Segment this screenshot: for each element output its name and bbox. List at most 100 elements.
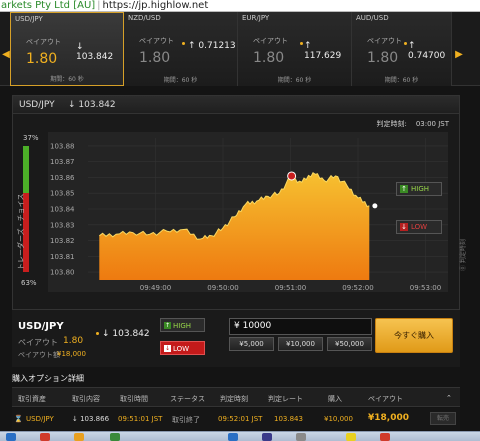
certificate-label[interactable]: arkets Pty Ltd [AU] <box>0 0 95 11</box>
amount-5000-button[interactable]: ¥5,000 <box>229 337 274 351</box>
row-judge-time: 09:52:01 JST <box>218 415 263 423</box>
order-payout-label: ペイアウト <box>18 338 58 347</box>
buy-now-button[interactable]: 今すぐ購入 <box>375 318 453 353</box>
col-content: 取引内容 <box>72 395 100 403</box>
app-icon[interactable] <box>296 433 306 441</box>
y-tick-label: 103.87 <box>50 158 75 166</box>
app-icon[interactable] <box>110 433 120 441</box>
price-chart: 103.88 103.87 103.86 103.85 103.84 103.83 103.… <box>48 132 448 292</box>
tile-payout-label: ペイアウト <box>253 37 288 45</box>
col-judge-rate: 判定レート <box>268 395 303 403</box>
tile-payout-label: ペイアウト <box>139 37 174 45</box>
sentiment-high-pct: 37% <box>23 134 39 142</box>
app-icon[interactable] <box>262 433 272 441</box>
y-tick-label: 103.88 <box>50 142 75 150</box>
y-tick-label: 103.85 <box>50 190 75 198</box>
address-bar[interactable]: arkets Pty Ltd [AU] | https://jp.highlow.n… <box>0 0 480 12</box>
low-label: LOW <box>173 345 190 353</box>
resell-button[interactable]: 転売 <box>430 412 456 425</box>
chart-low-label: LOW <box>411 223 428 231</box>
taskbar <box>0 431 480 441</box>
judge-time: 判定時刻: 03:00 JST <box>377 119 449 129</box>
amount-50000-button[interactable]: ¥50,000 <box>327 337 372 351</box>
scroll-left-icon[interactable]: ◀ <box>2 48 10 62</box>
tile-nzd-usd[interactable]: NZD/USD ペイアウト 1.80 ↑ 0.71213 期間：60 秒 <box>124 12 238 86</box>
app-icon[interactable] <box>228 433 238 441</box>
col-purchase: 購入 <box>328 395 342 403</box>
col-asset: 取引資産 <box>18 395 46 403</box>
rate-dot-icon <box>182 42 185 45</box>
entry-marker <box>287 171 297 181</box>
high-label: HIGH <box>173 322 192 330</box>
scroll-right-icon[interactable]: ▶ <box>455 48 463 62</box>
app-icon[interactable] <box>346 433 356 441</box>
tile-payout: 1.80 <box>139 50 171 66</box>
x-tick-label: 09:51:00 <box>275 284 306 292</box>
tile-pair: AUD/USD <box>356 14 389 22</box>
tile-rate-value: 0.71213 <box>198 41 236 51</box>
y-tick-label: 103.80 <box>50 269 75 277</box>
tile-payout-label: ペイアウト <box>367 37 402 45</box>
x-tick-label: 09:49:00 <box>140 284 171 292</box>
tile-payout-label: ペイアウト <box>26 38 61 46</box>
collapse-icon[interactable]: ⌃ <box>446 394 452 402</box>
tile-rate: ↑ 0.74700 <box>408 41 446 61</box>
folder-icon[interactable] <box>74 433 84 441</box>
x-tick-label: 09:50:00 <box>207 284 238 292</box>
rate-dot-icon <box>404 42 407 45</box>
tile-usd-jpy[interactable]: USD/JPY ペイアウト 1.80 ↓ 103.842 期間：60 秒 <box>10 12 124 86</box>
app-icon[interactable] <box>380 433 390 441</box>
arrow-up-icon: ↑ <box>400 185 408 193</box>
rate-dot-icon <box>300 42 303 45</box>
tile-pair: NZD/USD <box>128 14 161 22</box>
tile-period: 期間：60 秒 <box>277 77 312 84</box>
row-payout: ¥18,000 <box>368 413 409 423</box>
tile-rate: ↑ 117.629 <box>304 41 342 61</box>
tile-period: 期間：60 秒 <box>50 76 84 83</box>
hourglass-icon: ⌛ <box>14 415 23 423</box>
y-tick-label: 103.86 <box>50 174 75 182</box>
url-text[interactable]: https://jp.highlow.net <box>103 0 209 11</box>
row-judge-rate: 103.843 <box>274 415 303 423</box>
chart-low-button[interactable]: ↓ LOW <box>396 220 442 234</box>
col-time: 取引時間 <box>120 395 148 403</box>
col-status: ステータス <box>170 395 205 403</box>
low-button[interactable]: ↓ LOW <box>160 341 205 355</box>
investment-input[interactable]: ¥ 10000 <box>229 318 372 335</box>
judge-time-value: 03:00 JST <box>415 120 449 128</box>
panel-header: USD/JPY ↓ 103.842 <box>13 96 459 114</box>
start-icon[interactable] <box>6 433 16 441</box>
browser-icon[interactable] <box>40 433 50 441</box>
address-separator: | <box>97 0 101 11</box>
tile-pair: USD/JPY <box>15 15 43 23</box>
y-tick-label: 103.81 <box>50 253 75 261</box>
tile-eur-jpy[interactable]: EUR/JPY ペイアウト 1.80 ↑ 117.629 期間：60 秒 <box>238 12 352 86</box>
y-tick-label: 103.84 <box>50 206 75 214</box>
high-button[interactable]: ↑ HIGH <box>160 318 205 332</box>
order-amount: ¥18,000 <box>57 350 86 358</box>
y-tick-label: 103.82 <box>50 237 75 245</box>
amount-10000-button[interactable]: ¥10,000 <box>278 337 323 351</box>
arrow-down-icon: ↓ <box>400 223 408 231</box>
chart-side-label: ⓪ 判定時刻 <box>460 239 467 271</box>
judge-label: 判定時刻: <box>376 120 407 128</box>
currency-pair-strip: ◀ USD/JPY ペイアウト 1.80 ↓ 103.842 期間：60 秒 N… <box>0 12 480 86</box>
app-root: { "browser": { "cert_label": "arkets Pty… <box>0 0 480 441</box>
sentiment-low-pct: 63% <box>21 279 37 287</box>
row-status: 取引終了 <box>172 416 200 424</box>
price-chart-svg: 103.88 103.87 103.86 103.85 103.84 103.83 103.… <box>50 138 448 292</box>
chart-high-label: HIGH <box>411 185 430 193</box>
chart-high-button[interactable]: ↑ HIGH <box>396 182 442 196</box>
panel-rate: ↓ 103.842 <box>68 100 116 110</box>
tile-payout: 1.80 <box>253 50 285 66</box>
row-asset: USD/JPY <box>26 415 54 423</box>
order-payout: 1.80 <box>63 336 84 346</box>
table-row[interactable]: ⌛ USD/JPY ↓ 103.866 09:51:01 JST 取引終了 09… <box>12 408 460 430</box>
tile-rate-value: 117.629 <box>304 51 342 61</box>
tile-rate: ↓ 103.842 <box>76 42 114 62</box>
tile-rate-value: 103.842 <box>76 52 114 62</box>
tile-rate: ↑ 0.71213 <box>188 41 236 51</box>
order-pair: USD/JPY <box>18 321 64 332</box>
tile-aud-usd[interactable]: AUD/USD ペイアウト 1.80 ↑ 0.74700 期間：60 秒 <box>352 12 452 86</box>
tile-period: 期間：60 秒 <box>384 77 419 84</box>
